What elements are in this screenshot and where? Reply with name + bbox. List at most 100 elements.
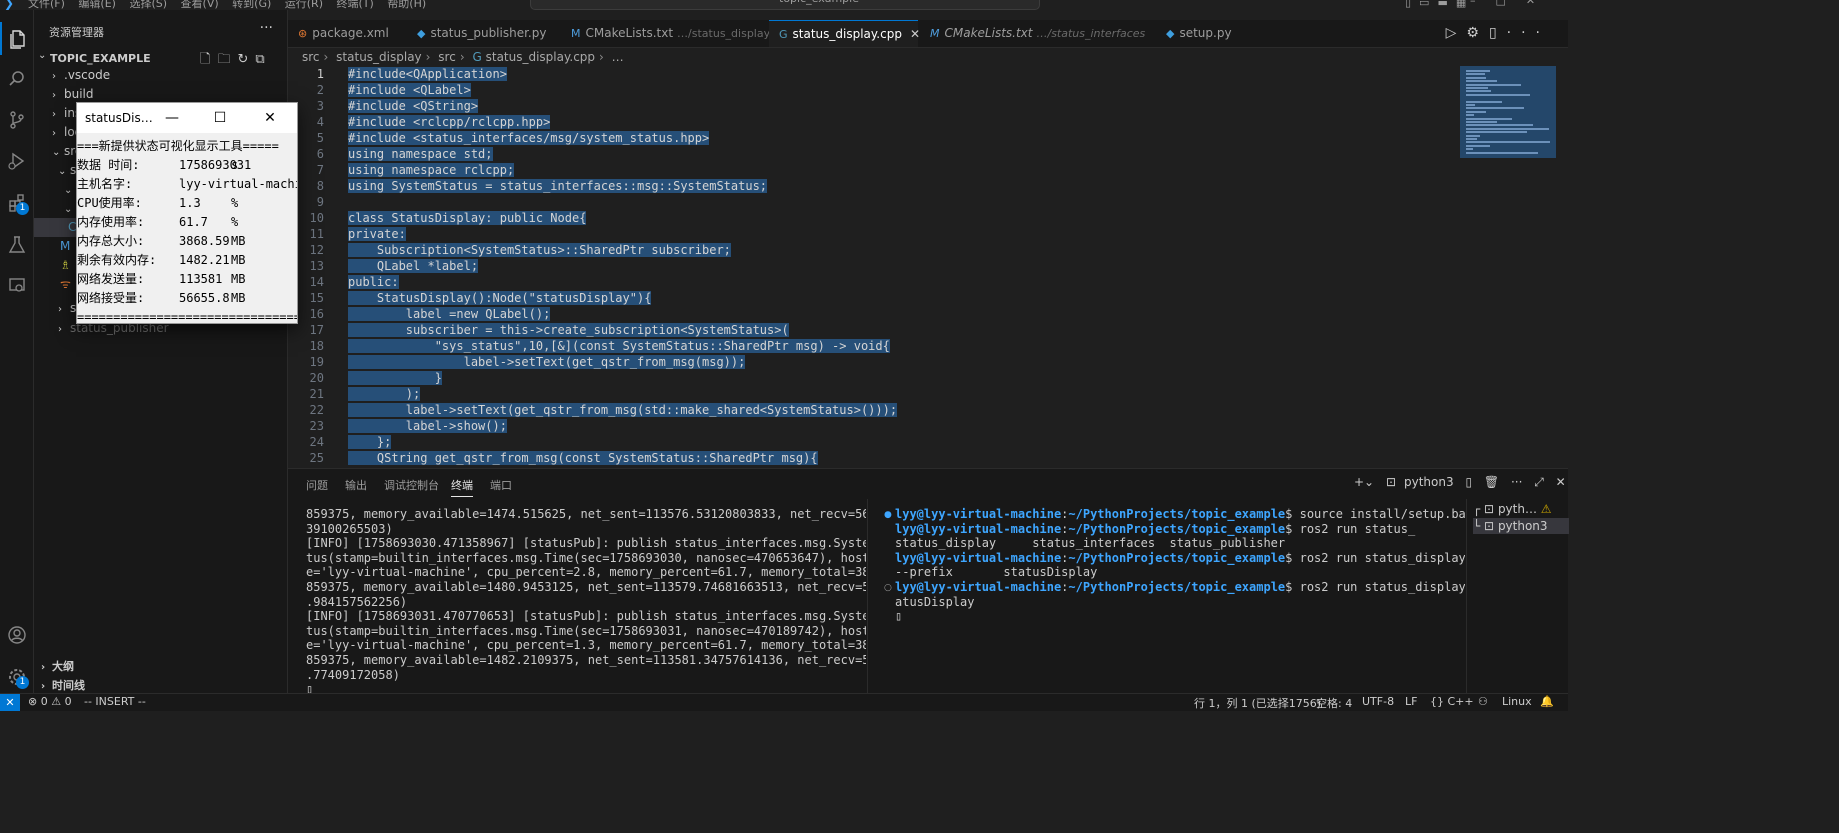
maximize-panel-icon[interactable]: ⤢ xyxy=(1534,475,1544,489)
problems-indicator[interactable]: ⊗ 0 ⚠ 0 xyxy=(28,695,72,708)
panel-tab-output[interactable]: 输出 xyxy=(345,477,367,493)
code-line[interactable]: 23 label->show(); xyxy=(288,418,507,434)
command-center-search[interactable]: topic_example xyxy=(530,0,1040,10)
code-line[interactable]: 2 #include <QLabel> xyxy=(288,82,471,98)
kill-terminal-icon[interactable]: 🗑 xyxy=(1484,475,1499,489)
tab-setup-py[interactable]: ◆ setup.py xyxy=(1156,20,1256,47)
code-line[interactable]: 7 using namespace rclcpp; xyxy=(288,162,515,178)
code-line[interactable]: 11 private: xyxy=(288,226,406,242)
tab-status-publisher-py[interactable]: ◆ status_publisher.py xyxy=(407,20,559,47)
breadcrumb-item[interactable]: status_display xyxy=(336,50,421,64)
end-of-line[interactable]: LF xyxy=(1405,695,1417,708)
breadcrumb-item[interactable]: src xyxy=(302,50,320,64)
explorer-icon[interactable] xyxy=(0,22,33,55)
os-indicator[interactable]: Linux xyxy=(1502,695,1532,708)
menu-view[interactable]: 查看(V) xyxy=(181,0,219,10)
code-line[interactable]: 18 "sys_status",10,[&](const SystemStatu… xyxy=(288,338,890,354)
new-terminal-icon[interactable]: +⌄ xyxy=(1354,475,1374,489)
code-editor[interactable]: 1 #include<QApplication> 2 #include <QLabel… xyxy=(288,66,1458,468)
more-actions-icon[interactable]: ··· xyxy=(260,20,273,36)
code-line[interactable]: 3 #include <QString> xyxy=(288,98,479,114)
tree-item-license-icon[interactable]: ♗ xyxy=(60,256,71,275)
menu-help[interactable]: 帮助(H) xyxy=(387,0,426,10)
code-line[interactable]: 5 #include <status_interfaces/msg/system_… xyxy=(288,130,710,146)
window-controls[interactable]: –□✕ xyxy=(1470,0,1555,7)
code-line[interactable]: 8 using SystemStatus = status_interfaces:… xyxy=(288,178,768,194)
testing-icon[interactable] xyxy=(0,228,33,261)
tree-item-status-display[interactable]: ⌄ s xyxy=(58,161,76,180)
explorer-actions[interactable]: 🗋🗀↻⧉ xyxy=(200,50,272,72)
code-line[interactable]: 6 using namespace std; xyxy=(288,146,493,162)
code-line[interactable]: 21 ); xyxy=(288,386,421,402)
menu-edit[interactable]: 编辑(E) xyxy=(78,0,116,10)
tab-cmakelists-interfaces[interactable]: M CMakeLists.txt …/status_interfaces xyxy=(920,20,1154,47)
code-line[interactable]: 25 QString get_qstr_from_msg(const Syste… xyxy=(288,450,818,466)
terminal-left[interactable]: 859375, memory_available=1474.515625, ne… xyxy=(306,507,866,695)
menu-run[interactable]: 运行(R) xyxy=(285,0,323,10)
notifications-icon[interactable]: 🔔 xyxy=(1540,695,1554,708)
breadcrumb-item[interactable]: src xyxy=(438,50,456,64)
editor-actions[interactable]: ▷⚙▯··· xyxy=(1446,25,1550,41)
minimize-icon[interactable]: — xyxy=(157,107,187,129)
close-icon[interactable]: ✕ xyxy=(255,107,285,129)
code-line[interactable]: 1 #include<QApplication> xyxy=(288,66,507,82)
code-line[interactable]: 14 public: xyxy=(288,274,399,290)
source-control-icon[interactable] xyxy=(0,103,33,136)
terminal-list-item[interactable]: ┌ ⊡ pyth… ⚠ xyxy=(1473,501,1552,517)
code-line[interactable]: 24 }; xyxy=(288,434,392,450)
terminal-name[interactable]: python3 xyxy=(1404,475,1454,489)
run-debug-icon[interactable] xyxy=(0,144,33,177)
code-line[interactable]: 16 label =new QLabel(); xyxy=(288,306,551,322)
cursor-position[interactable]: 行 1，列 1 (已选择1756) xyxy=(1194,695,1321,711)
tab-status-display-cpp[interactable]: Gstatus_display.cpp ✕ xyxy=(769,20,920,47)
terminal-right[interactable]: lyy@lyy-virtual-machine:~/PythonProjects… xyxy=(895,507,1465,695)
tab-package-xml[interactable]: ⊛ package.xml xyxy=(288,20,405,47)
panel-tab-debug-console[interactable]: 调试控制台 xyxy=(384,477,439,493)
breadcrumb-item[interactable]: status_display.cpp xyxy=(486,50,595,64)
code-line[interactable]: 17 subscriber = this->create_subscriptio… xyxy=(288,322,789,338)
code-line[interactable]: 20 } xyxy=(288,370,442,386)
code-line[interactable]: 12 Subscription<SystemStatus>::SharedPtr… xyxy=(288,242,731,258)
code-line[interactable]: 22 label->setText(get_qstr_from_msg(std:… xyxy=(288,402,898,418)
more-icon[interactable]: ··· xyxy=(1511,475,1522,489)
tree-item-vscode[interactable]: › .vscode xyxy=(52,66,110,85)
settings-gear-icon[interactable]: 1 xyxy=(0,660,33,693)
tree-item-status-interfaces[interactable]: › s xyxy=(58,299,76,318)
editor-scrollbar[interactable] xyxy=(1556,66,1568,468)
split-terminal-icon[interactable]: ▯ xyxy=(1465,475,1472,489)
breadcrumb-item[interactable]: … xyxy=(612,50,624,64)
encoding[interactable]: UTF-8 xyxy=(1362,695,1394,708)
tab-cmakelists-display[interactable]: M CMakeLists.txt …/status_display xyxy=(561,20,770,47)
copilot-icon[interactable]: ⚇ xyxy=(1478,695,1488,708)
account-icon[interactable] xyxy=(0,618,33,651)
close-tab-icon[interactable]: ✕ xyxy=(910,27,920,41)
menu-file[interactable]: 文件(F) xyxy=(28,0,65,10)
search-icon[interactable] xyxy=(0,62,33,95)
terminal-list-item[interactable]: └ ⊡ python3 xyxy=(1473,518,1569,534)
terminal-split-divider[interactable] xyxy=(867,499,868,694)
tree-item-folder-src[interactable]: ⌄ xyxy=(64,199,76,218)
layout-toggle-icons[interactable]: ▯▭▬▦ xyxy=(1405,0,1474,9)
maximize-icon[interactable]: ☐ xyxy=(205,107,235,129)
extensions-icon[interactable]: 1 xyxy=(0,186,33,219)
menu-terminal[interactable]: 终端(T) xyxy=(337,0,374,10)
panel-tab-terminal[interactable]: 终端 xyxy=(451,477,473,497)
remote-icon[interactable]: ✕ xyxy=(0,694,20,711)
menu-go[interactable]: 转到(G) xyxy=(232,0,271,10)
status-display-window[interactable]: statusDis… — ☐ ✕ ===新提供状态可视化显示工具===== 数据… xyxy=(76,102,298,324)
code-line[interactable]: 19 label->setText(get_qstr_from_msg(msg)… xyxy=(288,354,746,370)
panel-tab-problems[interactable]: 问题 xyxy=(306,477,328,493)
menu-selection[interactable]: 选择(S) xyxy=(129,0,167,10)
qt-window-titlebar[interactable]: statusDis… — ☐ ✕ xyxy=(77,103,297,133)
tree-item-folder[interactable]: ⌄ xyxy=(64,180,76,199)
language-mode[interactable]: {} C++ xyxy=(1430,695,1474,708)
outline-section[interactable]: › 大纲 xyxy=(34,657,287,676)
tree-item-cmake[interactable]: M xyxy=(60,237,70,256)
code-line[interactable]: 15 StatusDisplay():Node("statusDisplay")… xyxy=(288,290,652,306)
remote-explorer-icon[interactable] xyxy=(0,269,33,302)
code-line[interactable]: 4 #include <rclcpp/rclcpp.hpp> xyxy=(288,114,551,130)
panel-tab-ports[interactable]: 端口 xyxy=(490,477,512,493)
code-line[interactable]: 10 class StatusDisplay: public Node{ xyxy=(288,210,587,226)
code-line[interactable]: 13 QLabel *label; xyxy=(288,258,479,274)
indentation[interactable]: 空格: 4 xyxy=(1316,695,1352,711)
